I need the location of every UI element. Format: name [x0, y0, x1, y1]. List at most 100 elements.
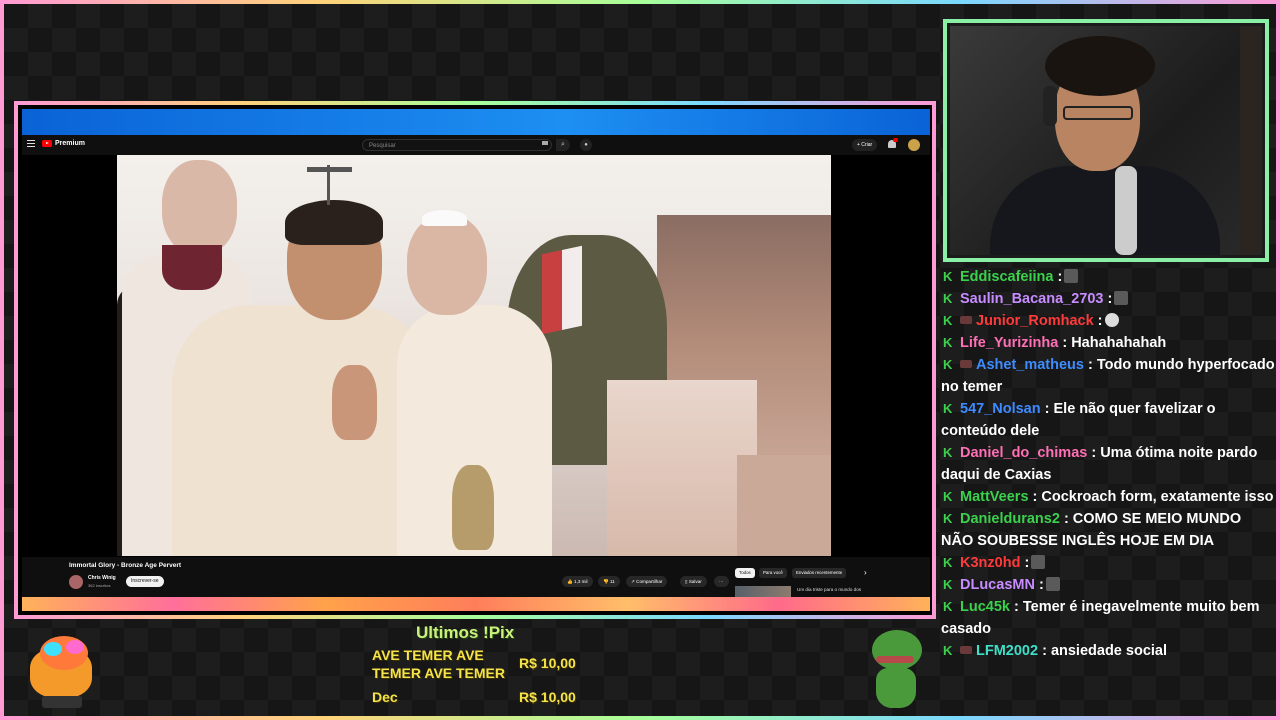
- kick-badge-icon: K: [943, 445, 953, 460]
- chip-para-voce[interactable]: Para você: [759, 568, 787, 578]
- kick-badge-icon: K: [943, 291, 953, 306]
- chat-message-text: : Hahahahahah: [1058, 335, 1167, 351]
- chat-username[interactable]: Danieldurans2: [960, 511, 1060, 527]
- pepe-frog-mascot: [866, 628, 926, 710]
- mascot-left-glasses-2: [66, 640, 84, 654]
- share-button[interactable]: ↗ Compartilhar: [626, 576, 668, 587]
- video-frame[interactable]: [117, 155, 831, 556]
- pix-amount-2: R$ 10,00: [519, 689, 576, 705]
- chat-emote-icon: [1114, 291, 1129, 305]
- chat-username[interactable]: Luc45k: [960, 599, 1010, 615]
- pepe-body: [876, 668, 916, 708]
- share-label: Compartilhar: [636, 579, 663, 584]
- dislike-count: 11: [610, 579, 615, 584]
- chat-username[interactable]: Saulin_Bacana_2703: [960, 291, 1103, 307]
- channel-avatar[interactable]: [69, 575, 83, 589]
- like-button[interactable]: 👍 1,3 mil: [562, 576, 593, 587]
- chat-message: K Eddiscafeiina :: [941, 266, 1275, 288]
- chat-message: K LFM2002 : ansiedade social: [941, 640, 1275, 662]
- chat-username[interactable]: Ashet_matheus: [976, 357, 1084, 373]
- search-button[interactable]: ⌕: [556, 139, 570, 151]
- chip-todos[interactable]: Todos: [735, 568, 755, 578]
- kick-badge-icon: K: [943, 511, 953, 526]
- chat-message-text: :: [1053, 269, 1063, 285]
- chat-message: K Life_Yurizinha : Hahahahahah: [941, 332, 1275, 354]
- bookmark-icon: ▯: [685, 579, 688, 584]
- chat-username[interactable]: K3nz0hd: [960, 555, 1020, 571]
- chat-username[interactable]: LFM2002: [976, 643, 1038, 659]
- dislike-button[interactable]: 👎 11: [598, 576, 620, 587]
- chat-message-text: :: [1034, 577, 1044, 593]
- kick-badge-icon: K: [943, 577, 953, 592]
- save-label: Salvar: [688, 579, 702, 584]
- chat-message: K Danieldurans2 : COMO SE MEIO MUNDO NÃO …: [941, 508, 1275, 552]
- chat-message-text: :: [1020, 555, 1030, 571]
- user-badge-icon: [960, 360, 972, 368]
- youtube-logo[interactable]: Premium: [42, 140, 85, 147]
- recommended-video-thumbnail[interactable]: [735, 586, 791, 597]
- pepe-mouth: [876, 656, 914, 663]
- user-badge-icon: [960, 316, 972, 324]
- create-button[interactable]: + Criar: [852, 139, 878, 151]
- chat-message: K Daniel_do_chimas : Uma ótima noite pard…: [941, 442, 1275, 486]
- microphone-icon[interactable]: ●: [580, 139, 592, 151]
- video-person-right-cap: [422, 210, 467, 226]
- mascot-left-glasses: [44, 642, 62, 656]
- kick-badge-icon: K: [943, 599, 953, 614]
- search-input[interactable]: Pesquisar: [362, 139, 552, 151]
- hamburger-menu-icon[interactable]: [27, 140, 35, 148]
- user-badge-icon: [960, 646, 972, 654]
- chat-message-text: : Cockroach form, exatamente isso: [1028, 489, 1274, 505]
- chat-message-text: :: [1093, 313, 1103, 329]
- youtube-logo-text: Premium: [55, 140, 85, 147]
- chat-panel: K Eddiscafeiina : K Saulin_Bacana_2703 : K Ju…: [941, 266, 1275, 662]
- chip-enviados-recentemente[interactable]: Enviados recentemente: [792, 568, 847, 578]
- kick-badge-icon: K: [943, 555, 953, 570]
- more-actions-button[interactable]: ···: [714, 576, 729, 587]
- video-censer: [452, 465, 494, 550]
- chat-username[interactable]: Daniel_do_chimas: [960, 445, 1087, 461]
- pix-title: Ultimos !Pix: [416, 623, 515, 642]
- chat-username[interactable]: MattVeers: [960, 489, 1029, 505]
- chat-username[interactable]: 547_Nolsan: [960, 401, 1041, 417]
- youtube-play-icon: [42, 140, 52, 147]
- chat-emote-icon: [1031, 555, 1046, 569]
- like-count: 1,3 mil: [574, 579, 588, 584]
- subscribe-button[interactable]: Inscrever-se: [126, 576, 164, 587]
- chat-username[interactable]: DLucasMN: [960, 577, 1035, 593]
- channel-name[interactable]: Chris Winig: [88, 575, 116, 581]
- channel-subscriber-count: 362 inscritos: [88, 583, 111, 588]
- video-title: Immortal Glory - Bronze Age Pervert: [69, 562, 182, 569]
- video-player[interactable]: [22, 155, 930, 557]
- thumbs-up-icon: 👍: [567, 579, 573, 584]
- chat-username[interactable]: Junior_Romhack: [976, 313, 1094, 329]
- share-icon: ↗: [631, 579, 635, 584]
- chat-message: K DLucasMN :: [941, 574, 1275, 596]
- chat-message: K K3nz0hd :: [941, 552, 1275, 574]
- video-railing: [737, 455, 831, 556]
- keyboard-icon[interactable]: [542, 141, 548, 145]
- chips-next-arrow[interactable]: ›: [860, 568, 871, 578]
- chat-username[interactable]: Eddiscafeiina: [960, 269, 1053, 285]
- notification-badge: [893, 138, 898, 142]
- webcam-microphone: [1115, 166, 1137, 255]
- taskbar-strip: [22, 597, 930, 611]
- desktop-wallpaper-strip: [22, 109, 930, 135]
- chat-message-text: : ansiedade social: [1038, 643, 1168, 659]
- youtube-page: Premium Pesquisar ⌕ ● + Criar Immortal G…: [22, 135, 930, 597]
- kick-badge-icon: K: [943, 269, 953, 284]
- webcam-feed: [950, 26, 1262, 255]
- chat-message: K Saulin_Bacana_2703 :: [941, 288, 1275, 310]
- skull-emote-icon: [1104, 313, 1119, 327]
- webcam-shelf: [1240, 26, 1262, 255]
- save-button[interactable]: ▯ Salvar: [680, 576, 707, 587]
- thumbs-down-icon: 👎: [603, 579, 609, 584]
- video-flag: [542, 245, 582, 335]
- webcam-glasses: [1063, 106, 1133, 120]
- account-avatar[interactable]: [908, 139, 920, 151]
- chat-message-text: :: [1103, 291, 1113, 307]
- chat-emote-icon: [1045, 577, 1060, 591]
- chat-username[interactable]: Life_Yurizinha: [960, 335, 1058, 351]
- recommended-video-title[interactable]: Um dia triste para o mundo dos: [797, 587, 861, 592]
- chat-message: K Ashet_matheus : Todo mundo hyperfocado …: [941, 354, 1275, 398]
